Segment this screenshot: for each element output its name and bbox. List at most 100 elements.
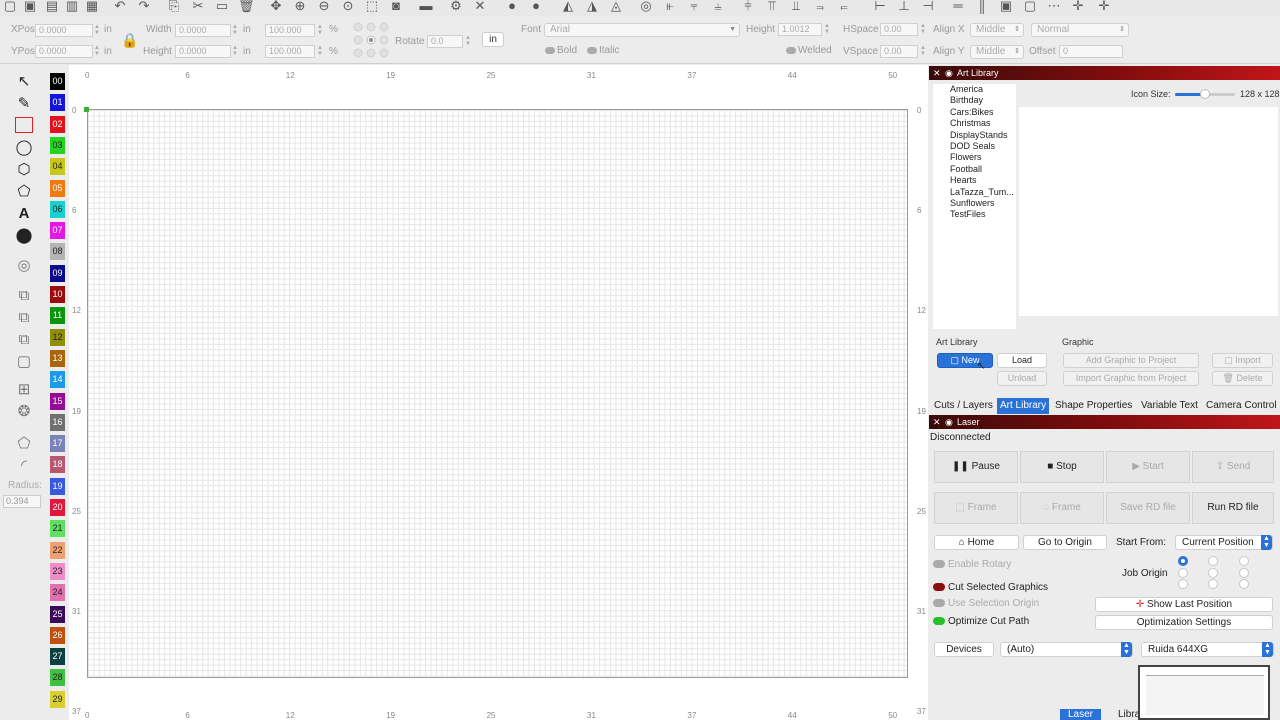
show-last-position-button[interactable]: ✛ Show Last Position: [1095, 597, 1273, 612]
import-button[interactable]: ▢ Import: [1212, 353, 1273, 368]
start-from-select[interactable]: Current Position ▲ ▼: [1175, 535, 1273, 550]
float-laser-panel-icon[interactable]: ◉: [945, 415, 953, 429]
palette-swatch[interactable]: 00: [50, 73, 65, 90]
palette-swatch[interactable]: 17: [50, 435, 65, 453]
scale-width-stepper[interactable]: ▲ ▼: [317, 24, 323, 37]
save-rd-file-button[interactable]: Save RD file: [1106, 492, 1190, 524]
cut-selected-toggle[interactable]: Cut Selected Graphics: [933, 582, 1048, 594]
make-same-height-icon[interactable]: ║: [974, 0, 990, 14]
palette-swatch[interactable]: 23: [50, 562, 65, 580]
delete-button[interactable]: 🗑 Delete: [1212, 371, 1273, 386]
job-origin-middle-left[interactable]: [1178, 568, 1188, 578]
job-origin-top-center[interactable]: [1208, 556, 1218, 566]
width-stepper[interactable]: ▲ ▼: [232, 24, 238, 37]
art-category-item[interactable]: America: [933, 84, 1016, 95]
bottom-panel-tab[interactable]: Laser: [1060, 709, 1102, 720]
alignx-select[interactable]: Middle ⇕: [970, 23, 1024, 37]
align-right-icon[interactable]: ⫨: [710, 0, 726, 14]
close-panel-icon[interactable]: ✕: [933, 66, 941, 80]
distribute-h-icon[interactable]: ⫬: [812, 0, 828, 14]
panel-tab[interactable]: Variable Text: [1138, 398, 1201, 414]
align-center-icon[interactable]: ⫧: [686, 0, 702, 14]
camera-icon[interactable]: ◙: [388, 0, 404, 14]
xpos-stepper[interactable]: ▲ ▼: [94, 24, 100, 37]
device-select[interactable]: (Auto) ▲ ▼: [1000, 642, 1133, 657]
italic-checkbox[interactable]: Italic: [587, 45, 620, 57]
optimize-cut-path-toggle[interactable]: Optimize Cut Path: [933, 616, 1029, 628]
align-left-icon[interactable]: ⫦: [662, 0, 678, 14]
text-height-field[interactable]: 1.0012: [778, 23, 822, 36]
art-category-item[interactable]: DOD Seals: [933, 141, 1016, 152]
dock-center-icon[interactable]: ⊥: [896, 0, 912, 14]
import-graphic-button[interactable]: Import Graphic from Project: [1063, 371, 1199, 386]
enable-rotary-toggle[interactable]: Enable Rotary: [933, 559, 1011, 571]
move-icon[interactable]: ✥: [268, 0, 284, 14]
art-category-item[interactable]: LaTazza_Tum...: [933, 187, 1016, 198]
circular-array-icon[interactable]: ❂: [14, 403, 34, 421]
art-category-item[interactable]: TestFiles: [933, 209, 1016, 220]
copy-icon[interactable]: ⎘: [166, 0, 182, 14]
rotate-stepper[interactable]: ▲ ▼: [465, 35, 471, 48]
align-top-icon[interactable]: ⫩: [740, 0, 756, 14]
tools-icon[interactable]: ✕: [472, 0, 488, 14]
select-arrow-icon[interactable]: ↖: [14, 73, 34, 91]
job-origin-middle-center[interactable]: [1208, 568, 1218, 578]
panel-tab[interactable]: Camera Control: [1203, 398, 1280, 414]
palette-swatch[interactable]: 02: [50, 115, 65, 133]
job-origin-bottom-left[interactable]: [1178, 579, 1188, 589]
canvas-area[interactable]: 0 0 6 6 12 12 19 19 25 25 31 31 37 37 44 44 50 50 0 0 6 6 12 12…: [69, 65, 928, 720]
dock-left-icon[interactable]: ⊢: [872, 0, 888, 14]
ypos-stepper[interactable]: ▲ ▼: [94, 45, 100, 58]
palette-swatch[interactable]: 27: [50, 648, 65, 666]
palette-swatch[interactable]: 28: [50, 669, 65, 687]
group-icon[interactable]: ▣: [998, 0, 1014, 14]
close-laser-panel-icon[interactable]: ✕: [933, 415, 941, 429]
array-icon[interactable]: ⋯: [1046, 0, 1062, 14]
job-origin-bottom-right[interactable]: [1239, 579, 1249, 589]
redo-icon[interactable]: ↷: [136, 0, 152, 14]
origin-marker-icon[interactable]: ✛: [1096, 0, 1112, 14]
palette-swatch[interactable]: 13: [50, 349, 65, 367]
grid-array-icon[interactable]: ⊞: [14, 381, 34, 399]
height-field[interactable]: 0.0000: [175, 45, 231, 58]
palette-swatch[interactable]: 29: [50, 690, 65, 708]
float-panel-icon[interactable]: ◉: [945, 66, 953, 80]
panel-tab[interactable]: Cuts / Layers: [931, 398, 996, 414]
job-origin-middle-right[interactable]: [1239, 568, 1249, 578]
scale-width-field[interactable]: 100.000: [265, 24, 315, 37]
palette-swatch[interactable]: 26: [50, 626, 65, 644]
art-category-item[interactable]: Birthday: [933, 95, 1016, 106]
art-category-item[interactable]: Sunflowers: [933, 198, 1016, 209]
boolean-union-icon[interactable]: ⧉: [14, 287, 34, 305]
pause-button[interactable]: ❚❚ Pause: [934, 451, 1018, 483]
workspace-grid[interactable]: [87, 109, 908, 678]
move-laser-icon[interactable]: ✛: [1070, 0, 1086, 14]
bold-checkbox[interactable]: Bold: [545, 45, 577, 57]
palette-swatch[interactable]: 25: [50, 605, 65, 623]
vspace-stepper[interactable]: ▲ ▼: [920, 45, 926, 58]
zoom-in-icon[interactable]: ⊕: [292, 0, 308, 14]
boolean-subtract-icon[interactable]: ⧉: [14, 309, 34, 327]
align-middle-icon[interactable]: ⫪: [764, 0, 780, 14]
flip-v-icon[interactable]: ◮: [584, 0, 600, 14]
palette-swatch[interactable]: 20: [50, 499, 65, 516]
go-to-origin-button[interactable]: Go to Origin: [1023, 535, 1107, 550]
send-button[interactable]: ⇪ Send: [1192, 451, 1274, 483]
art-preview-area[interactable]: [1019, 107, 1278, 316]
palette-swatch[interactable]: 19: [50, 477, 65, 495]
palette-swatch[interactable]: 07: [50, 222, 65, 240]
art-category-item[interactable]: Hearts: [933, 175, 1016, 186]
frame-circle-button[interactable]: ◌ Frame: [1020, 492, 1104, 524]
stop-button[interactable]: ■ Stop: [1020, 451, 1104, 483]
palette-swatch[interactable]: 15: [50, 392, 65, 410]
monitor-icon[interactable]: ▬: [418, 0, 434, 14]
open-file-icon[interactable]: ▣: [22, 0, 38, 14]
position-pin-icon[interactable]: ⬤: [14, 227, 34, 245]
art-category-list[interactable]: America Birthday Cars:Bikes Christmas Displa…: [933, 84, 1016, 329]
boolean-intersect-icon[interactable]: ⧉: [14, 331, 34, 349]
hspace-stepper[interactable]: ▲ ▼: [920, 23, 926, 36]
align-bottom-icon[interactable]: ⫫: [788, 0, 804, 14]
export-icon[interactable]: ▥: [64, 0, 80, 14]
user-alt-icon[interactable]: ●: [528, 0, 544, 14]
xpos-field[interactable]: 0.0000: [35, 24, 93, 37]
